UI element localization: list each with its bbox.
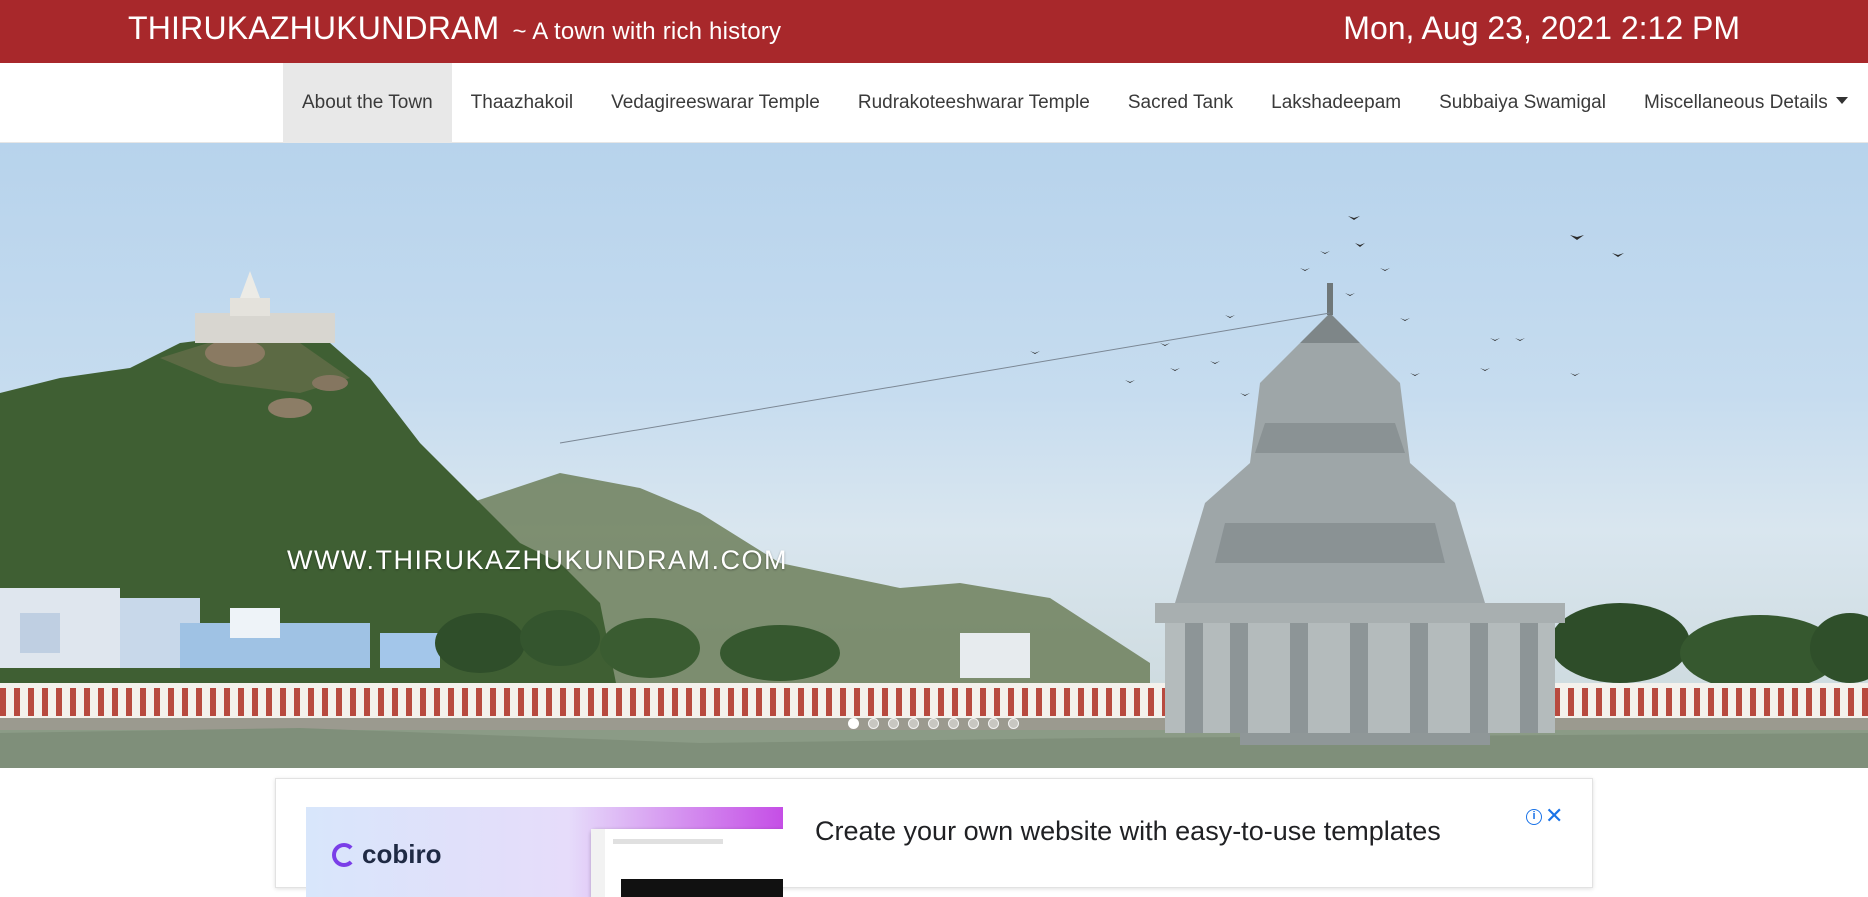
carousel-dot[interactable] [868,718,879,729]
nav-item-rudrakoteeshwarar-temple[interactable]: Rudrakoteeshwarar Temple [839,63,1109,143]
chevron-down-icon[interactable] [1836,97,1848,104]
ad-headline[interactable]: Create your own website with easy-to-use… [815,816,1441,847]
carousel-dot[interactable] [988,718,999,729]
hero-image [0,216,1868,768]
nav-item-thaazhakoil[interactable]: Thaazhakoil [452,63,592,143]
carousel-dot[interactable] [948,718,959,729]
ad-brand-logo: cobiro [332,839,441,870]
site-watermark: WWW.THIRUKAZHUKUNDRAM.COM [287,545,788,575]
ad-screenshot-illustration [591,829,783,897]
ad-brand-name: cobiro [362,839,442,869]
carousel-dot[interactable] [928,718,939,729]
site-name[interactable]: THIRUKAZHUKUNDRAM [128,10,499,46]
site-tagline: ~ A town with rich history [512,18,782,45]
cobiro-logo-icon [332,842,356,867]
nav-item-about-the-town[interactable]: About the Town [283,63,452,143]
info-icon[interactable]: i [1526,809,1542,825]
carousel-dot[interactable] [888,718,899,729]
carousel-indicators [848,718,1019,729]
carousel-dot[interactable] [848,718,859,729]
nav-item-subbaiya-swamigal[interactable]: Subbaiya Swamigal [1420,63,1625,143]
carousel-dot[interactable] [1008,718,1019,729]
carousel-dot[interactable] [968,718,979,729]
nav-item-vedagireeswarar-temple[interactable]: Vedagireeswarar Temple [592,63,839,143]
site-title[interactable]: THIRUKAZHUKUNDRAM ~ A town with rich his… [128,10,781,47]
main-navigation: About the Town Thaazhakoil Vedagireeswar… [0,63,1868,143]
nav-menu: About the Town Thaazhakoil Vedagireeswar… [283,63,1847,143]
nav-item-sacred-tank[interactable]: Sacred Tank [1109,63,1252,143]
close-icon[interactable]: ✕ [1545,803,1563,829]
nav-item-miscellaneous-details[interactable]: Miscellaneous Details [1625,63,1847,143]
current-datetime: Mon, Aug 23, 2021 2:12 PM [1343,10,1740,46]
site-header: THIRUKAZHUKUNDRAM ~ A town with rich his… [0,0,1868,63]
hero-carousel[interactable]: WWW.THIRUKAZHUKUNDRAM.COM [0,143,1868,768]
ad-image[interactable]: cobiro [306,807,783,897]
nav-item-lakshadeepam[interactable]: Lakshadeepam [1252,63,1420,143]
advertisement[interactable]: cobiro Create your own website with easy… [275,778,1593,897]
carousel-dot[interactable] [908,718,919,729]
